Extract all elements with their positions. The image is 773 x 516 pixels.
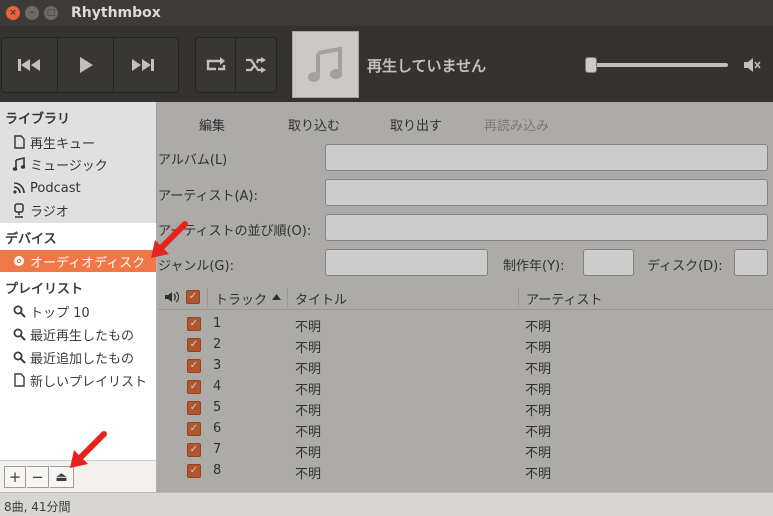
window-minimize-button[interactable]: – [25, 6, 39, 20]
window-close-button[interactable]: × [6, 6, 20, 20]
sidebar-item-label: 新しいプレイリスト [30, 374, 148, 390]
window-maximize-button[interactable]: □ [44, 6, 58, 20]
status-text: 8曲, 41分間 [4, 500, 71, 514]
highlight-dim-overlay [0, 102, 157, 223]
highlight-dim-overlay [157, 102, 773, 492]
search-icon [11, 328, 27, 341]
playlists-header: プレイリスト [5, 282, 84, 297]
remove-button[interactable]: − [27, 466, 49, 488]
status-bar: 8曲, 41分間 [0, 492, 773, 516]
sidebar-item-label: 最近再生したもの [30, 328, 135, 344]
sidebar-item-recently-played[interactable]: 最近再生したもの [0, 323, 156, 345]
sidebar-item-audio-disc[interactable]: オーディオディスク [0, 250, 156, 272]
sidebar-item-label: トップ 10 [30, 305, 90, 321]
sidebar-item-label: オーディオディスク [30, 255, 146, 271]
add-button[interactable]: + [4, 466, 26, 488]
sidebar-item-recently-added[interactable]: 最近追加したもの [0, 346, 156, 368]
title-bar: × – □ Rhythmbox [0, 0, 773, 26]
sidebar-item-label: 最近追加したもの [30, 351, 135, 367]
cd-icon [11, 255, 27, 267]
window-title: Rhythmbox [71, 5, 161, 21]
sidebar-item-top-10[interactable]: トップ 10 [0, 300, 156, 322]
annotation-arrow-icon [151, 221, 188, 258]
search-icon [11, 351, 27, 364]
devices-header: デバイス [5, 232, 57, 247]
sidebar-item-new-playlist[interactable]: 新しいプレイリスト [0, 369, 156, 391]
highlight-dim-overlay [0, 26, 773, 102]
annotation-arrow-icon [70, 431, 107, 468]
page-icon [11, 373, 27, 387]
search-icon [11, 305, 27, 318]
